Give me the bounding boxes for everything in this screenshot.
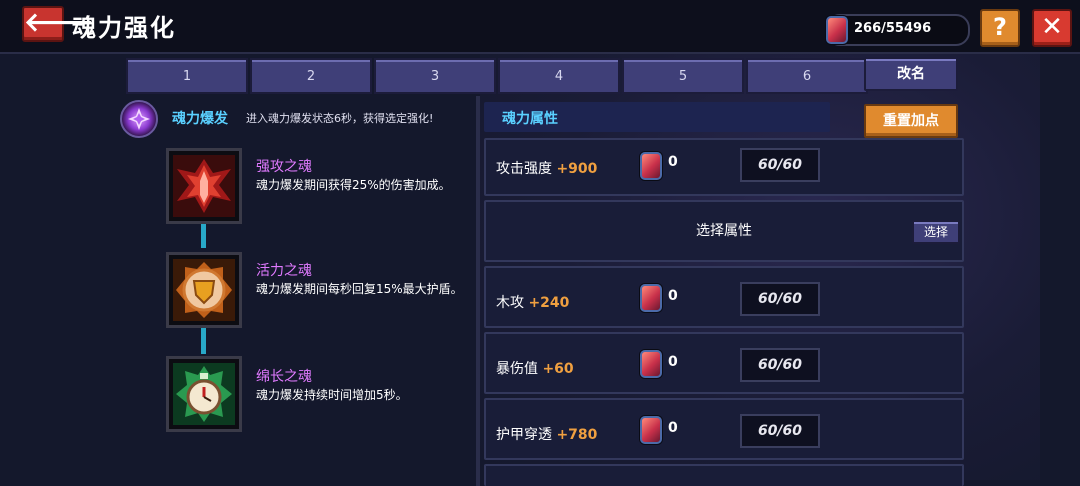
soul-gem-icon [640, 416, 662, 444]
red-crystal-icon[interactable] [166, 148, 242, 224]
attribute-bonus: +900 [556, 161, 598, 177]
soul-burst-title: 魂力爆发 [172, 111, 228, 127]
shield-emblem-icon[interactable] [166, 252, 242, 328]
attribute-level: 60/60 [740, 148, 820, 182]
soul-burst-icon [120, 100, 158, 138]
reset-points-button[interactable]: 重置加点 [864, 104, 958, 138]
attribute-row: 护甲穿透 +780 0 60/60 [484, 398, 964, 460]
page-title: 魂力强化 [72, 14, 176, 42]
rename-button[interactable]: 改名 [864, 57, 958, 91]
soul-gem-icon [640, 350, 662, 378]
soul-gem-icon [826, 16, 848, 44]
attribute-row: 暴伤值 +60 0 60/60 [484, 332, 964, 394]
attribute-label: 攻击强度 +900 [496, 161, 598, 177]
stopwatch-icon[interactable] [166, 356, 242, 432]
tab-6[interactable]: 6 [746, 58, 868, 94]
soul-gem-icon [640, 284, 662, 312]
soul-burst-description: 进入魂力爆发状态6秒，获得选定强化! [246, 112, 434, 125]
chain-connector [201, 222, 206, 248]
attribute-level: 60/60 [740, 282, 820, 316]
soul-gem-icon [640, 152, 662, 180]
attribute-row: 攻击强度 +900 0 60/60 [484, 138, 964, 196]
attribute-row-partial [484, 464, 964, 486]
skill-name: 强攻之魂 [256, 159, 312, 175]
skill-description: 魂力爆发期间获得25%的伤害加成。 [256, 178, 451, 192]
tab-2[interactable]: 2 [250, 58, 372, 94]
select-attribute-prompt: 选择属性 [696, 223, 752, 239]
attribute-bonus: +60 [542, 361, 574, 377]
attribute-label: 木攻 +240 [496, 295, 570, 311]
attributes-header: 魂力属性 [484, 102, 830, 132]
skill-description: 魂力爆发持续时间增加5秒。 [256, 388, 408, 402]
panel-divider [476, 96, 480, 486]
attribute-level: 60/60 [740, 414, 820, 448]
tab-3[interactable]: 3 [374, 58, 496, 94]
tab-1[interactable]: 1 [126, 58, 248, 94]
select-attribute-row: 选择属性 选择 [484, 200, 964, 262]
help-button[interactable]: ? [980, 9, 1020, 47]
attribute-gem-count: 0 [668, 154, 678, 170]
attribute-gem-count: 0 [668, 420, 678, 436]
attribute-label: 护甲穿透 +780 [496, 427, 598, 443]
attribute-bonus: +240 [528, 295, 570, 311]
attribute-row: 木攻 +240 0 60/60 [484, 266, 964, 328]
attribute-label: 暴伤值 +60 [496, 361, 574, 377]
attribute-bonus: +780 [556, 427, 598, 443]
skill-name: 活力之魂 [256, 263, 312, 279]
attribute-gem-count: 0 [668, 288, 678, 304]
skill-description: 魂力爆发期间每秒回复15%最大护盾。 [256, 282, 463, 296]
chain-connector [201, 328, 206, 354]
attributes-title: 魂力属性 [502, 111, 558, 127]
tab-4[interactable]: 4 [498, 58, 620, 94]
skill-name: 绵长之魂 [256, 369, 312, 385]
select-button[interactable]: 选择 [912, 220, 960, 244]
close-button[interactable]: ✕ [1032, 9, 1072, 47]
soul-currency-display: 266/55496 [826, 14, 970, 46]
attribute-gem-count: 0 [668, 354, 678, 370]
currency-value: 266/55496 [854, 21, 932, 36]
tab-5[interactable]: 5 [622, 58, 744, 94]
back-button[interactable]: 🡐 [22, 6, 94, 42]
attribute-level: 60/60 [740, 348, 820, 382]
